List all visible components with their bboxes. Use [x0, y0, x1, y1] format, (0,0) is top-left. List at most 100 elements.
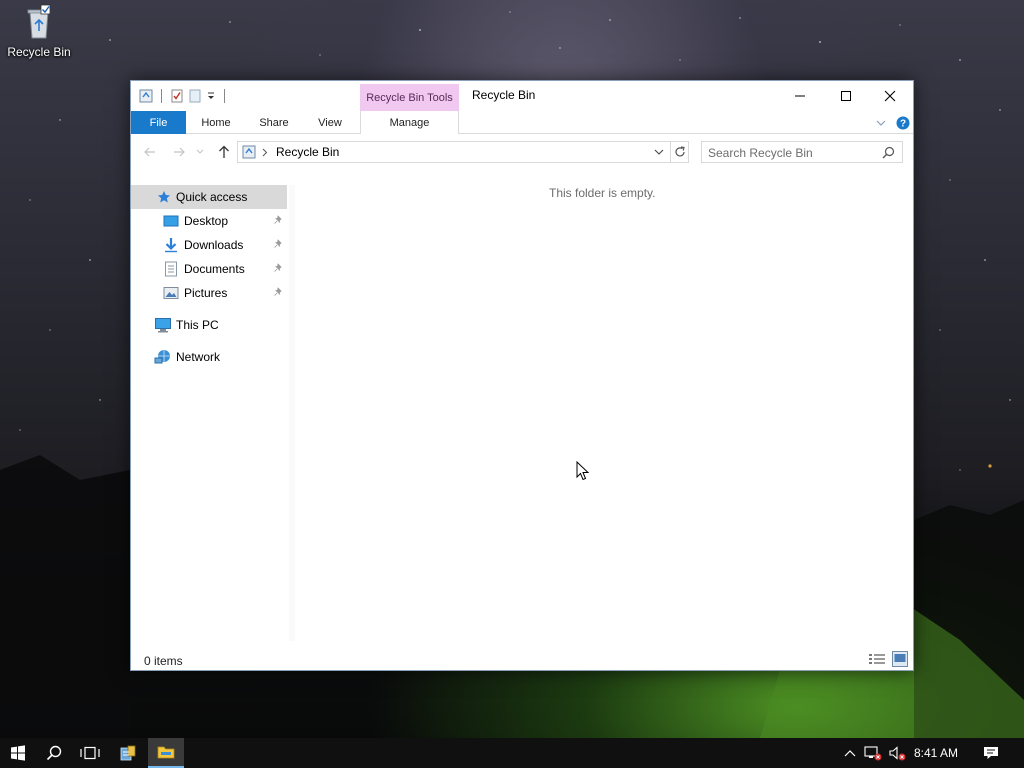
ribbon-tab-row: File Home Share View Manage ? — [131, 111, 913, 134]
chevron-down-icon — [196, 149, 204, 154]
help-icon: ? — [896, 116, 910, 129]
desktop-folder-icon — [163, 215, 179, 227]
large-icons-view-icon[interactable] — [892, 651, 908, 667]
expand-ribbon-button[interactable] — [871, 111, 891, 134]
details-view-icon[interactable] — [868, 652, 886, 666]
task-view-button[interactable] — [72, 738, 108, 768]
maximize-icon — [841, 91, 851, 101]
address-bar[interactable]: Recycle Bin — [237, 141, 689, 163]
address-row: Recycle Bin — [131, 139, 913, 165]
action-center-icon — [984, 747, 998, 759]
customize-qat-dropdown-icon[interactable] — [206, 89, 216, 103]
taskbar-clock[interactable]: 8:41 AM — [914, 746, 958, 760]
svg-text:?: ? — [900, 118, 906, 129]
tab-manage[interactable]: Manage — [360, 111, 459, 134]
nav-label-desktop: Desktop — [184, 214, 229, 228]
recycle-bin-icon — [27, 4, 51, 39]
recycle-bin-tools-context-tab: Recycle Bin Tools — [360, 84, 459, 111]
task-view-icon — [80, 746, 100, 760]
star-icon — [158, 191, 170, 203]
address-divider — [670, 142, 671, 162]
quick-access-toolbar — [139, 87, 229, 105]
up-button[interactable] — [215, 142, 233, 162]
address-dropdown-icon[interactable] — [654, 149, 664, 156]
tab-share[interactable]: Share — [251, 111, 297, 134]
navigation-pane: Quick access Desktop Downloads Documents… — [131, 185, 289, 645]
chevron-down-icon — [876, 120, 886, 126]
downloads-icon — [165, 238, 177, 253]
nav-item-this-pc[interactable]: This PC — [131, 313, 287, 337]
nav-item-pictures[interactable]: Pictures — [131, 281, 287, 305]
documents-icon — [165, 261, 177, 277]
minimize-icon — [795, 95, 805, 97]
search-taskbar-button[interactable] — [36, 738, 72, 768]
nav-label-this-pc: This PC — [176, 318, 219, 332]
forward-arrow-icon — [174, 147, 185, 157]
nav-item-documents[interactable]: Documents — [131, 257, 287, 281]
mouse-cursor-icon — [576, 461, 590, 481]
file-explorer-icon — [157, 746, 175, 759]
refresh-icon[interactable] — [673, 145, 687, 159]
back-arrow-icon — [144, 147, 155, 157]
file-explorer-taskbar-button[interactable] — [148, 738, 184, 768]
search-box[interactable] — [701, 141, 903, 163]
maximize-button[interactable] — [823, 81, 869, 111]
close-button[interactable] — [867, 81, 913, 111]
search-icon[interactable] — [882, 146, 895, 159]
search-icon — [46, 745, 62, 761]
new-folder-icon[interactable] — [188, 89, 202, 103]
nav-label-pictures: Pictures — [184, 286, 228, 300]
recycle-bin-small-icon[interactable] — [139, 89, 153, 103]
search-input[interactable] — [708, 145, 878, 160]
address-path[interactable]: Recycle Bin — [276, 145, 339, 159]
start-button[interactable] — [0, 738, 36, 768]
nav-label-documents: Documents — [184, 262, 245, 276]
nav-item-quick-access[interactable]: Quick access — [131, 185, 287, 209]
recycle-bin-desktop-icon[interactable]: Recycle Bin — [4, 4, 74, 59]
recent-locations-button[interactable] — [195, 142, 205, 162]
qat-separator-2 — [224, 89, 225, 103]
recycle-bin-small-icon — [242, 145, 256, 159]
action-center-button[interactable] — [974, 738, 1008, 768]
properties-icon[interactable] — [170, 89, 184, 103]
close-icon — [884, 90, 896, 102]
qat-separator — [161, 89, 162, 103]
server-manager-icon — [120, 745, 136, 761]
computer-icon — [155, 318, 171, 333]
item-count: 0 items — [144, 654, 183, 668]
chevron-right-icon[interactable] — [262, 148, 268, 157]
windows-start-icon — [11, 745, 25, 761]
nav-item-network[interactable]: Network — [131, 345, 287, 369]
nav-label-network: Network — [176, 350, 221, 364]
tab-view[interactable]: View — [307, 111, 353, 134]
volume-muted-icon[interactable] — [888, 745, 906, 761]
recycle-bin-desktop-label: Recycle Bin — [7, 45, 71, 59]
nav-item-downloads[interactable]: Downloads — [131, 233, 287, 257]
tab-home[interactable]: Home — [193, 111, 239, 134]
nav-label-downloads: Downloads — [184, 238, 244, 252]
title-bar[interactable]: Recycle Bin Tools Recycle Bin — [131, 81, 913, 111]
show-hidden-icons-icon[interactable] — [844, 749, 856, 757]
pin-icon[interactable] — [273, 287, 283, 297]
pin-icon[interactable] — [273, 239, 283, 249]
navigation-pane-scrollbar[interactable] — [289, 185, 295, 641]
pictures-icon — [163, 287, 179, 299]
forward-button[interactable] — [170, 142, 188, 162]
tab-file[interactable]: File — [131, 111, 186, 134]
server-manager-taskbar-button[interactable] — [110, 738, 146, 768]
status-bar: 0 items — [131, 650, 913, 670]
up-arrow-icon — [219, 145, 229, 158]
window-title: Recycle Bin — [472, 88, 536, 102]
pin-icon[interactable] — [273, 215, 283, 225]
network-tray-icon[interactable] — [864, 745, 882, 761]
network-icon — [154, 350, 170, 364]
empty-folder-message: This folder is empty. — [549, 186, 656, 200]
explorer-window[interactable]: Recycle Bin Tools Recycle Bin File Home … — [130, 80, 914, 671]
nav-item-desktop[interactable]: Desktop — [131, 209, 287, 233]
nav-label-quick-access: Quick access — [176, 190, 248, 204]
pin-icon[interactable] — [273, 263, 283, 273]
help-button[interactable]: ? — [894, 111, 912, 134]
back-button[interactable] — [141, 142, 159, 162]
minimize-button[interactable] — [777, 81, 823, 111]
taskbar: 8:41 AM — [0, 738, 1024, 768]
